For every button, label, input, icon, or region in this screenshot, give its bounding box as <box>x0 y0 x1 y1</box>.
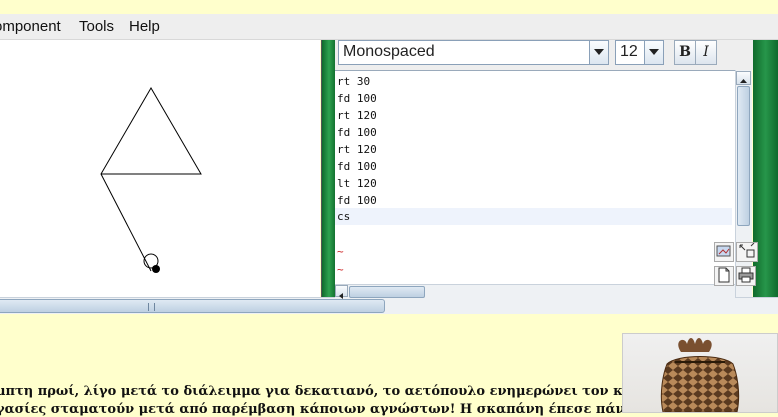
code-line: lt 120 <box>337 177 377 190</box>
menu-help[interactable]: Help <box>129 18 160 35</box>
resize-icon <box>739 242 755 258</box>
code-line: rt 120 <box>337 143 377 156</box>
editor-hscroll-thumb[interactable] <box>349 286 425 298</box>
menu-tools[interactable]: Tools <box>79 18 114 35</box>
image-icon <box>716 245 731 257</box>
editor-toolbar: Monospaced 12 B I <box>335 40 753 70</box>
scroll-left-button[interactable] <box>335 285 348 299</box>
turtle-canvas[interactable] <box>0 40 320 297</box>
chevron-down-icon[interactable] <box>644 41 663 64</box>
editor-scroll-thumb[interactable] <box>737 86 750 226</box>
font-family-value: Monospaced <box>343 43 435 60</box>
resize-button[interactable] <box>736 242 758 262</box>
scroll-grip-icon <box>148 303 155 311</box>
save-image-button[interactable] <box>714 242 734 262</box>
turtle-drawing <box>100 87 202 273</box>
turtle-path <box>100 87 202 272</box>
font-family-select[interactable]: Monospaced <box>338 40 609 65</box>
print-button[interactable] <box>736 266 756 286</box>
code-line-current: cs <box>335 208 732 225</box>
turtle-cursor-icon <box>143 253 160 273</box>
code-line: rt 30 <box>337 75 371 88</box>
italic-button[interactable]: I <box>695 40 717 65</box>
chevron-down-icon[interactable] <box>589 41 608 64</box>
printer-icon <box>738 267 754 283</box>
menu-component[interactable]: omponent <box>0 18 61 35</box>
bold-button[interactable]: B <box>674 40 696 65</box>
new-document-button[interactable] <box>714 266 734 286</box>
code-line: fd 100 <box>337 194 377 207</box>
empty-line-marker: ~ <box>337 245 344 258</box>
article-text-line: μπτη πρωί, λίγο μετά το διάλειμμα για δε… <box>0 384 628 399</box>
top-strip <box>0 0 778 14</box>
document-icon <box>718 267 730 283</box>
scroll-up-button[interactable] <box>736 71 751 85</box>
green-border-left <box>321 40 336 297</box>
vase-photo <box>622 333 778 413</box>
chevron-left-icon <box>339 293 343 299</box>
code-line: fd 100 <box>337 160 377 173</box>
code-line: rt 120 <box>337 109 377 122</box>
canvas-horizontal-scrollbar[interactable] <box>0 297 778 315</box>
editor-horizontal-scrollbar[interactable] <box>335 284 735 299</box>
vase-image <box>660 338 740 413</box>
canvas-scroll-thumb[interactable] <box>0 299 385 313</box>
menu-bar: omponent Tools Help <box>0 14 778 40</box>
font-size-select[interactable]: 12 <box>615 40 664 65</box>
article-text-line: γασίες σταματούν μετά από παρέμβαση κάπο… <box>0 402 637 417</box>
code-editor[interactable]: rt 30 fd 100 rt 120 fd 100 rt 120 fd 100… <box>335 70 735 298</box>
code-line: fd 100 <box>337 92 377 105</box>
code-line: fd 100 <box>337 126 377 139</box>
empty-line-marker: ~ <box>337 263 344 276</box>
font-size-value: 12 <box>620 43 638 60</box>
